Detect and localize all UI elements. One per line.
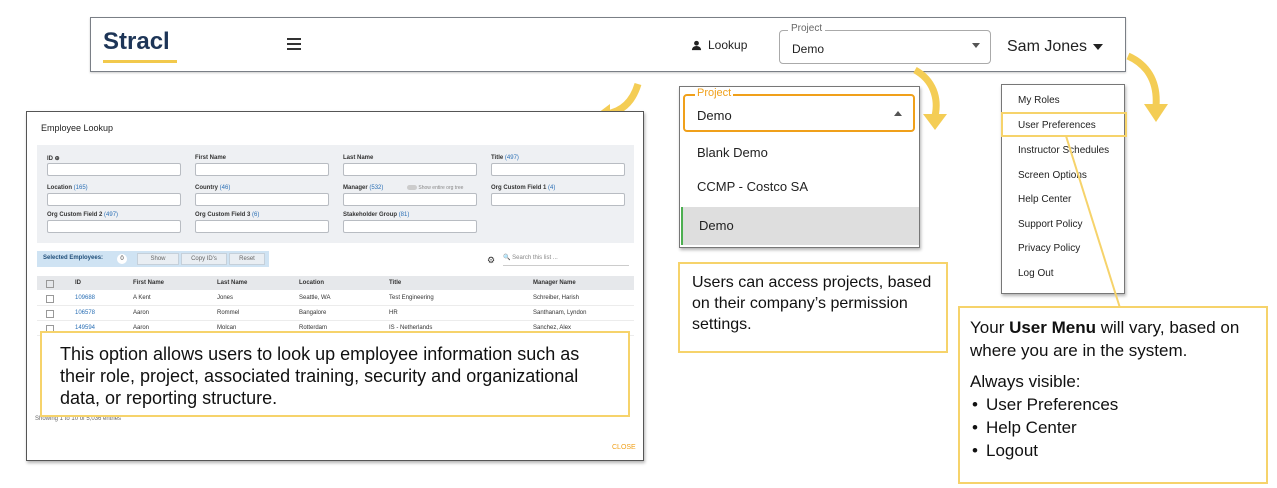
cell-first-name: A Kent bbox=[133, 295, 151, 301]
first-name-label: First Name bbox=[195, 155, 227, 161]
lookup-label: Lookup bbox=[708, 38, 748, 52]
caret-down-icon bbox=[1093, 44, 1104, 50]
user-menu-callout-intro: Your User Menu will vary, based on where… bbox=[970, 318, 1240, 360]
select-all-checkbox[interactable] bbox=[46, 280, 54, 288]
dialog-title: Employee Lookup bbox=[41, 123, 114, 133]
pointer-line bbox=[1065, 136, 1121, 309]
title-label: Title (497) bbox=[491, 155, 519, 161]
logo-underline bbox=[103, 60, 177, 63]
location-input[interactable] bbox=[47, 193, 181, 206]
cell-title: Test Engineering bbox=[389, 295, 434, 301]
list-search-input[interactable]: 🔍 Search this list ... bbox=[503, 252, 629, 266]
col-last-name[interactable]: Last Name bbox=[217, 280, 247, 286]
lookup-filter-form: ID ⊕ First Name Last Name Title (497) Lo… bbox=[37, 145, 634, 243]
user-menu-callout: Your User Menu will vary, based on where… bbox=[958, 306, 1268, 484]
show-button[interactable]: Show bbox=[137, 253, 179, 265]
person-icon bbox=[691, 40, 702, 50]
gear-icon[interactable]: ⚙ bbox=[487, 255, 495, 266]
cell-location: Bangalore bbox=[299, 310, 327, 316]
org-custom-3-label: Org Custom Field 3 (6) bbox=[195, 212, 260, 218]
project-select-label: Project bbox=[695, 87, 734, 99]
user-name: Sam Jones bbox=[1007, 38, 1088, 55]
manager-select[interactable] bbox=[343, 193, 477, 206]
list-item: Logout bbox=[972, 439, 1256, 462]
org-custom-1-input[interactable] bbox=[491, 193, 625, 206]
col-manager-name[interactable]: Manager Name bbox=[533, 280, 576, 286]
projects-callout-text: Users can access projects, based on thei… bbox=[692, 274, 932, 333]
selected-employees-bar: Selected Employees: 0 Show Copy ID's Res… bbox=[37, 251, 269, 267]
always-visible-label: Always visible: bbox=[970, 372, 1081, 391]
col-id[interactable]: ID bbox=[75, 280, 81, 286]
stakeholder-label: Stakeholder Group (81) bbox=[343, 212, 410, 218]
app-logo[interactable]: Stracl bbox=[103, 28, 170, 56]
menu-item-log-out[interactable]: Log Out bbox=[1018, 268, 1054, 279]
org-custom-2-input[interactable] bbox=[47, 220, 181, 233]
title-input[interactable] bbox=[491, 163, 625, 176]
cell-first-name: Aaron bbox=[133, 310, 150, 316]
cell-manager: Schreiber, Harish bbox=[533, 295, 580, 301]
lookup-callout: This option allows users to look up empl… bbox=[40, 331, 630, 417]
top-navigation-bar: Stracl Lookup Project Demo Sam Jones bbox=[90, 17, 1126, 72]
row-checkbox[interactable] bbox=[46, 295, 54, 303]
project-select-value: Demo bbox=[697, 108, 732, 123]
project-option-selected[interactable]: Demo bbox=[681, 207, 919, 245]
table-header: ID First Name Last Name Location Title M… bbox=[37, 276, 634, 290]
caret-down-icon bbox=[972, 43, 980, 48]
org-tree-toggle[interactable]: Show entire org tree bbox=[407, 185, 463, 191]
caret-up-icon bbox=[894, 111, 902, 116]
project-select-value: Demo bbox=[792, 42, 825, 56]
menu-item-my-roles[interactable]: My Roles bbox=[1018, 95, 1060, 106]
last-name-input[interactable] bbox=[343, 163, 477, 176]
table-row[interactable]: 109688 A Kent Jones Seattle, WA Test Eng… bbox=[37, 291, 634, 306]
col-location[interactable]: Location bbox=[299, 280, 324, 286]
row-checkbox[interactable] bbox=[46, 310, 54, 318]
location-label: Location (165) bbox=[47, 185, 88, 191]
project-dropdown-panel: Project Demo Blank Demo CCMP - Costco SA… bbox=[679, 86, 920, 248]
org-custom-3-select[interactable] bbox=[195, 220, 329, 233]
close-button[interactable]: CLOSE bbox=[612, 444, 636, 451]
curved-arrow-icon bbox=[1126, 52, 1168, 122]
org-custom-1-label: Org Custom Field 1 (4) bbox=[491, 185, 556, 191]
reset-button[interactable]: Reset bbox=[229, 253, 265, 265]
first-name-input[interactable] bbox=[195, 163, 329, 176]
project-option[interactable]: CCMP - Costco SA bbox=[681, 168, 919, 206]
cell-last-name: Jones bbox=[217, 295, 234, 301]
employee-id-link[interactable]: 106578 bbox=[75, 310, 95, 316]
country-input[interactable] bbox=[195, 193, 329, 206]
cell-last-name: Rommel bbox=[217, 310, 240, 316]
user-preferences-highlight bbox=[1001, 112, 1127, 137]
lookup-button[interactable]: Lookup bbox=[691, 38, 747, 52]
cell-title: HR bbox=[389, 310, 398, 316]
cell-location: Seattle, WA bbox=[299, 295, 331, 301]
employee-id-link[interactable]: 109688 bbox=[75, 295, 95, 301]
hamburger-menu-icon[interactable] bbox=[287, 38, 301, 50]
selected-employees-label: Selected Employees: bbox=[43, 255, 104, 261]
table-row[interactable]: 106578 Aaron Rommel Bangalore HR Santhan… bbox=[37, 306, 634, 321]
copy-ids-button[interactable]: Copy ID's bbox=[181, 253, 227, 265]
cell-manager: Santhanam, Lyndon bbox=[533, 310, 587, 316]
manager-label: Manager (532) bbox=[343, 185, 384, 191]
list-item: User Preferences bbox=[972, 393, 1256, 416]
project-select-label: Project bbox=[788, 23, 826, 34]
id-field-label: ID ⊕ bbox=[47, 156, 60, 162]
org-custom-2-label: Org Custom Field 2 (497) bbox=[47, 212, 119, 218]
last-name-label: Last Name bbox=[343, 155, 374, 161]
selected-count-badge: 0 bbox=[117, 254, 127, 264]
projects-callout: Users can access projects, based on thei… bbox=[678, 262, 948, 353]
project-option[interactable]: Blank Demo bbox=[681, 134, 919, 172]
lookup-callout-text: This option allows users to look up empl… bbox=[60, 344, 580, 408]
project-select-open[interactable]: Project Demo bbox=[683, 87, 915, 132]
project-select[interactable]: Project Demo bbox=[779, 23, 991, 64]
id-input[interactable] bbox=[47, 163, 181, 176]
stakeholder-select[interactable] bbox=[343, 220, 477, 233]
col-title[interactable]: Title bbox=[389, 280, 401, 286]
always-visible-list: User Preferences Help Center Logout bbox=[970, 393, 1256, 462]
col-first-name[interactable]: First Name bbox=[133, 280, 164, 286]
user-menu-button[interactable]: Sam Jones bbox=[1007, 38, 1104, 56]
country-label: Country (46) bbox=[195, 185, 231, 191]
list-item: Help Center bbox=[972, 416, 1256, 439]
